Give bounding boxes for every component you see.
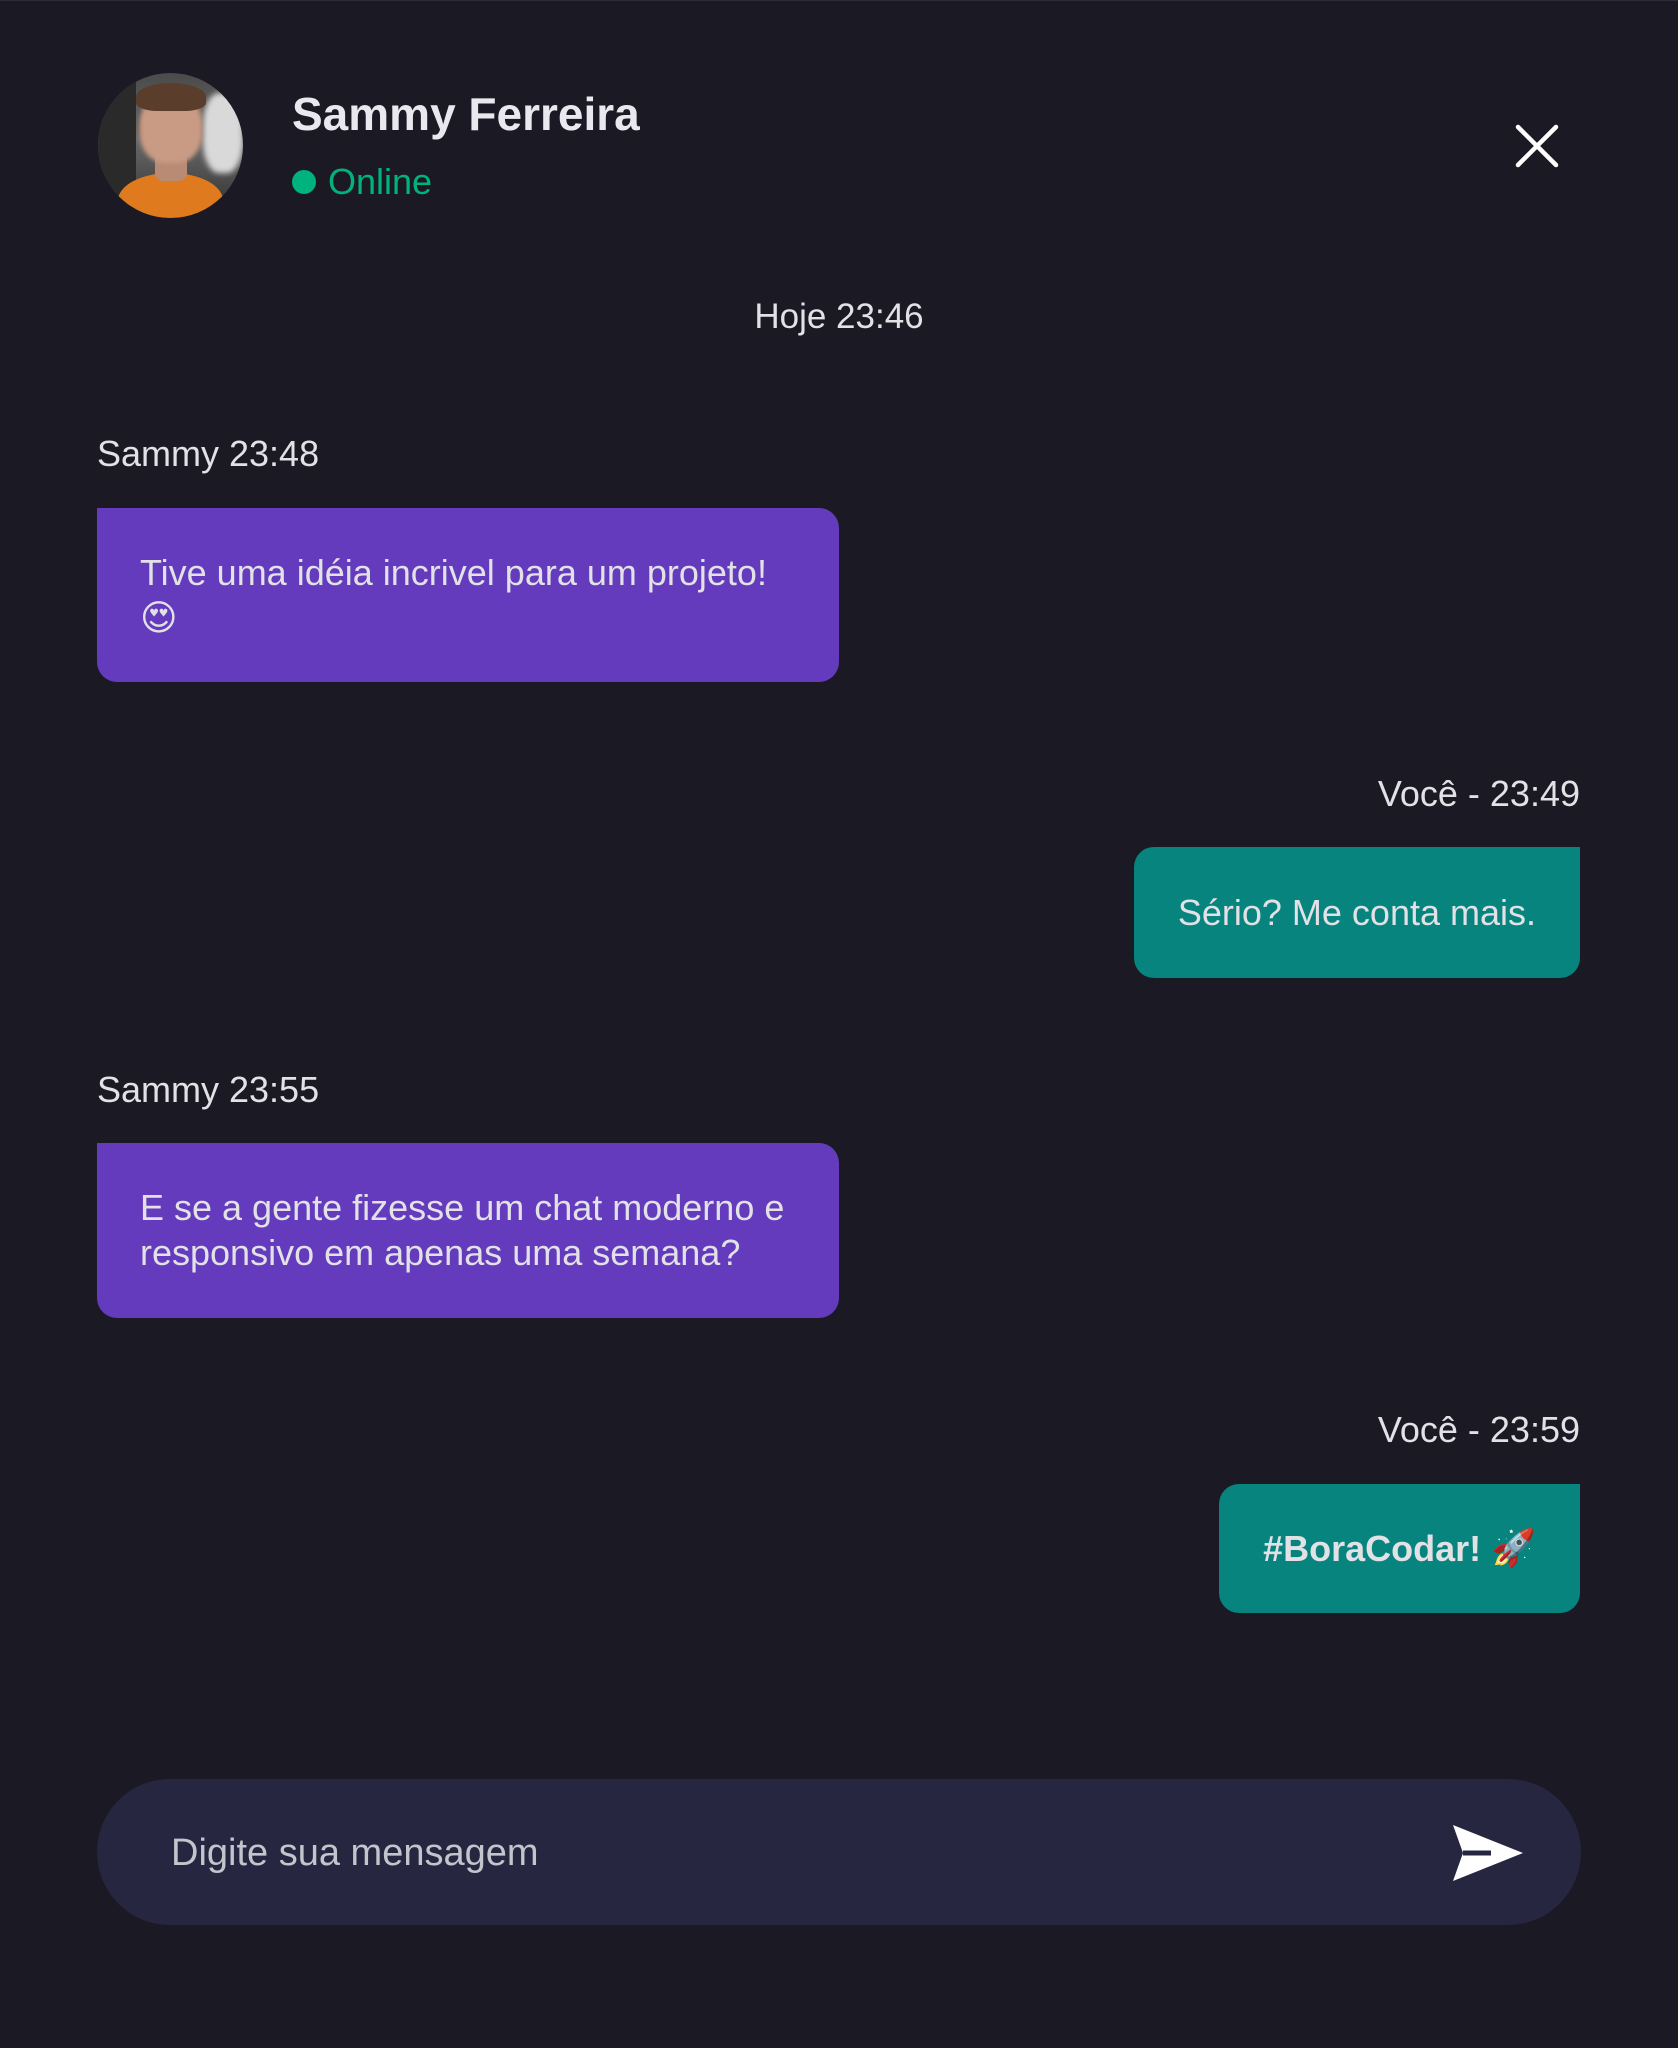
rocket-emoji-icon: 🚀 — [1491, 1528, 1536, 1569]
message-meta: Você - 23:59 — [1377, 1409, 1580, 1450]
heart-eyes-emoji-icon: 😍 — [140, 598, 178, 639]
message-meta: Sammy 23:55 — [97, 1069, 320, 1110]
message-text: E se a gente fizesse um chat moderno e r… — [140, 1187, 785, 1273]
avatar — [98, 73, 243, 218]
message-input[interactable] — [169, 1779, 1403, 1927]
outgoing-message: Sério? Me conta mais. — [1133, 847, 1580, 978]
message-meta: Sammy 23:48 — [97, 433, 320, 474]
message-meta: Você - 23:49 — [1377, 773, 1580, 814]
outgoing-message: #BoraCodar! 🚀 — [1219, 1484, 1580, 1613]
send-icon — [1453, 1825, 1523, 1881]
message-text: Sério? Me conta mais. — [1177, 892, 1536, 933]
message-composer — [97, 1779, 1581, 1927]
chat-window: Sammy Ferreira Online Hoje 23:46 Sammy 2… — [0, 0, 1678, 2048]
chat-header: Sammy Ferreira Online — [98, 73, 1582, 221]
incoming-message: Tive uma idéia incrivel para um projeto!… — [97, 508, 839, 682]
close-icon — [1515, 124, 1559, 168]
send-button[interactable] — [1451, 1821, 1525, 1885]
close-button[interactable] — [1512, 121, 1562, 171]
contact-name: Sammy Ferreira — [292, 88, 640, 140]
status-label: Online — [328, 161, 433, 202]
online-dot-icon — [292, 170, 316, 194]
message-text: Tive uma idéia incrivel para um projeto! — [140, 552, 767, 593]
online-status: Online — [292, 161, 432, 203]
day-separator: Hoje 23:46 — [754, 297, 924, 336]
incoming-message: E se a gente fizesse um chat moderno e r… — [97, 1143, 839, 1318]
message-text: #BoraCodar! — [1263, 1528, 1482, 1569]
